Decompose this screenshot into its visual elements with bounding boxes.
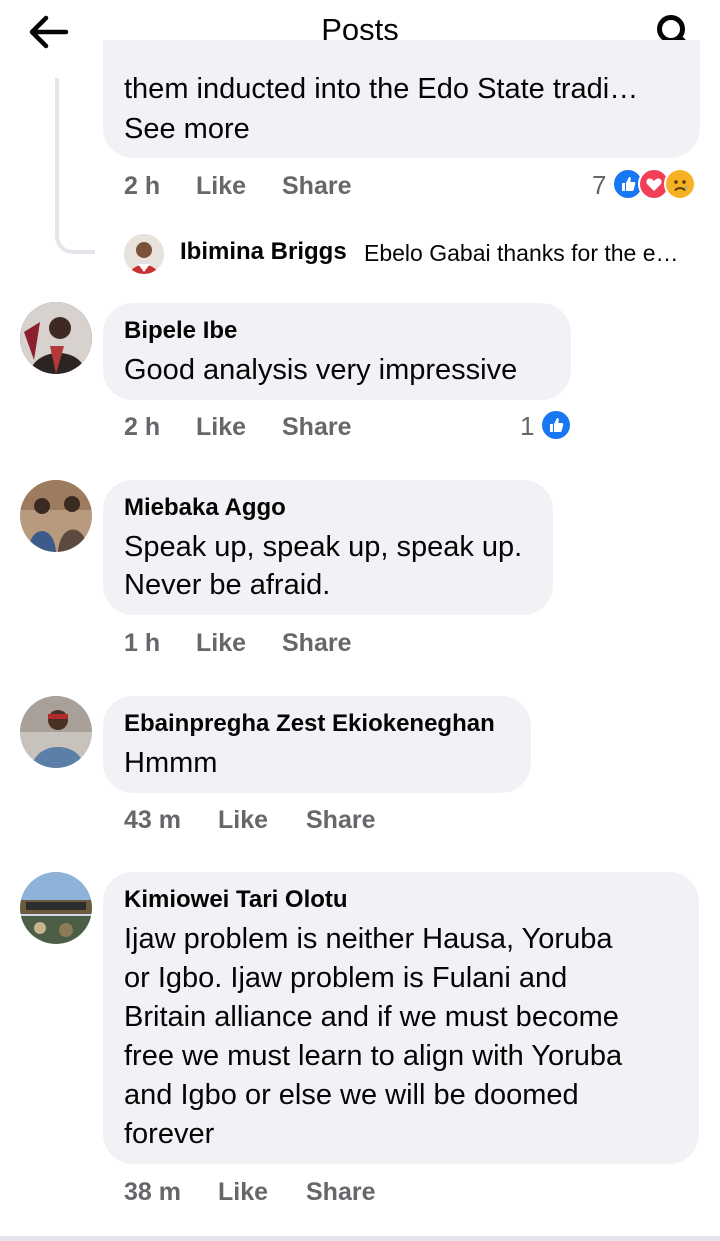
comment-text-line: Speak up, speak up, speak up. — [124, 531, 523, 563]
comment-bubble[interactable]: Bipele Ibe Good analysis very impressive — [103, 303, 571, 400]
like-button[interactable]: Like — [196, 629, 246, 658]
share-button[interactable]: Share — [306, 1178, 375, 1207]
comment-time: 38 m — [124, 1178, 181, 1206]
like-button[interactable]: Like — [218, 1178, 268, 1207]
comment-author-name[interactable]: Miebaka Aggo — [124, 493, 286, 523]
comment-text-line: free we must learn to align with Yoruba — [124, 1040, 623, 1072]
reaction-count: 7 — [592, 170, 607, 200]
avatar[interactable] — [20, 696, 92, 768]
comment-time: 1 h — [124, 629, 161, 657]
comment-text-line: and Igbo or else we will be doomed — [124, 1079, 579, 1111]
comment-text-line: or Igbo. Ijaw problem is Fulani and — [124, 962, 568, 994]
like-button[interactable]: Like — [196, 413, 246, 442]
comment-author-name[interactable]: Ebainpregha Zest Ekiokeneghan — [124, 709, 495, 739]
comment-text: Good analysis very impressive — [124, 354, 518, 386]
comment-author-name[interactable]: Kimiowei Tari Olotu — [124, 885, 348, 915]
comment-time: 2 h — [124, 413, 161, 441]
comment-text-line: forever — [124, 1118, 215, 1150]
avatar[interactable] — [20, 480, 92, 552]
avatar[interactable] — [20, 872, 92, 944]
share-button[interactable]: Share — [282, 629, 351, 658]
share-button[interactable]: Share — [282, 172, 351, 201]
comment-time: 2 h — [124, 172, 161, 200]
comment-text-line: Britain alliance and if we must become — [124, 1001, 619, 1033]
avatar[interactable] — [20, 302, 92, 374]
share-button[interactable]: Share — [306, 806, 375, 835]
like-button[interactable]: Like — [196, 172, 246, 201]
comment-bubble[interactable]: them inducted into the Edo State tradi… … — [103, 40, 700, 158]
like-button[interactable]: Like — [218, 806, 268, 835]
thread-connector — [55, 78, 95, 254]
comment-text: Hmmm — [124, 747, 218, 779]
comment-text-line: Ijaw problem is neither Hausa, Yoruba — [124, 923, 613, 955]
comment-author-name[interactable]: Bipele Ibe — [124, 316, 237, 346]
comment-bubble[interactable]: Kimiowei Tari Olotu Ijaw problem is neit… — [103, 872, 699, 1164]
see-more-link[interactable]: See more — [124, 110, 250, 149]
reaction-summary[interactable]: 1 — [518, 409, 578, 441]
comment-time: 43 m — [124, 806, 181, 834]
sad-icon — [664, 168, 696, 200]
divider — [0, 1236, 720, 1241]
reply-author-name[interactable]: Ibimina Briggs — [180, 238, 347, 266]
avatar — [124, 234, 164, 274]
share-button[interactable]: Share — [282, 413, 351, 442]
reply-text: Ebelo Gabai thanks for the e… — [364, 240, 679, 266]
like-icon — [540, 409, 572, 441]
comment-text-line: Never be afraid. — [124, 569, 331, 601]
comment-text: them inducted into the Edo State tradi… — [124, 73, 639, 105]
comment-bubble[interactable]: Ebainpregha Zest Ekiokeneghan Hmmm — [103, 696, 531, 793]
reaction-count: 1 — [520, 411, 535, 441]
reaction-summary[interactable]: 7 — [590, 168, 700, 200]
comment-bubble[interactable]: Miebaka Aggo Speak up, speak up, speak u… — [103, 480, 553, 615]
